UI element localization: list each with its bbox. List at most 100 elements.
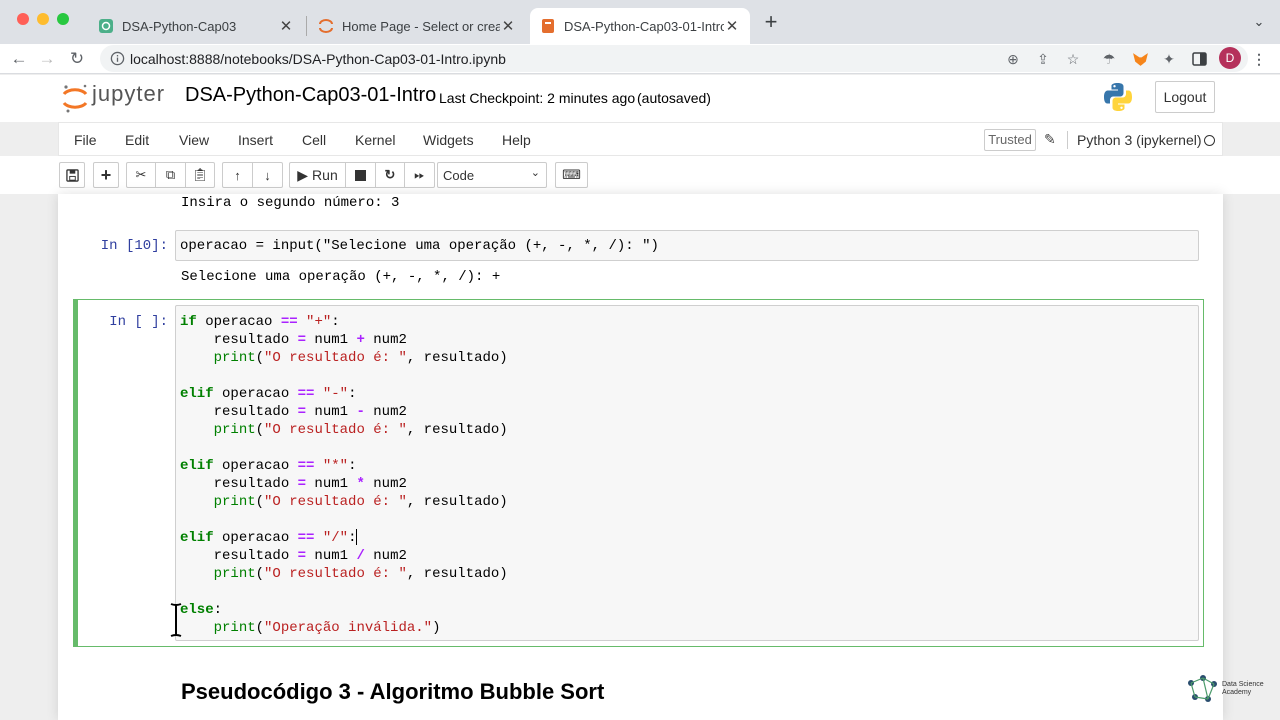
copy-icon: ⧉: [165, 167, 176, 182]
zoom-icon[interactable]: ⊕: [1004, 50, 1022, 68]
notebook-favicon-icon: [99, 19, 113, 33]
run-label: Run: [312, 167, 338, 183]
save-floppy-icon: [65, 168, 79, 182]
markdown-heading: Pseudocódigo 3 - Algoritmo Bubble Sort: [181, 679, 605, 704]
close-tab-icon[interactable]: ✕: [724, 17, 740, 35]
autosave-status: (autosaved): [637, 90, 711, 106]
checkpoint-status: Last Checkpoint: 2 minutes ago: [439, 90, 636, 106]
logout-button[interactable]: Logout: [1155, 81, 1215, 113]
notebook-menubar: File Edit View Insert Cell Kernel Widget…: [58, 122, 1223, 156]
cut-cells-button[interactable]: ✂: [126, 162, 156, 188]
restart-icon: ↻: [384, 167, 396, 182]
notebook-toolbar: + ✂ ⧉ 📋︎ ↑ ↓ ▶ Run ↻ ⏩︎ Code ⌄ ⌨: [0, 156, 1280, 194]
code-editor-text[interactable]: if operacao == "+": resultado = num1 + n…: [180, 313, 508, 637]
tab-dsa-python-cap03[interactable]: DSA-Python-Cap03 ✕: [88, 8, 304, 44]
tab-search-chevron-icon[interactable]: ⌄: [1250, 14, 1268, 32]
arrow-down-icon: ↓: [264, 167, 271, 183]
extensions-puzzle-icon[interactable]: ✦: [1160, 50, 1178, 68]
menu-edit[interactable]: Edit: [125, 132, 149, 148]
interrupt-kernel-button[interactable]: [345, 162, 376, 188]
cell-type-value: Code: [443, 168, 475, 183]
tab-separator: [306, 16, 307, 36]
maximize-window-button[interactable]: [57, 13, 69, 25]
metamask-fox-icon[interactable]: [1132, 51, 1149, 68]
browser-toolbar: ← → ↻ localhost:8888/notebooks/DSA-Pytho…: [0, 44, 1280, 74]
restart-kernel-button[interactable]: ↻: [375, 162, 405, 188]
edit-pencil-icon[interactable]: ✎: [1044, 131, 1056, 148]
copy-cells-button[interactable]: ⧉: [155, 162, 186, 188]
fast-forward-icon: ⏩︎: [414, 167, 425, 182]
notebook-title[interactable]: DSA-Python-Cap03-01-Intro: [185, 84, 436, 107]
bookmark-star-icon[interactable]: ☆: [1064, 50, 1082, 68]
info-icon[interactable]: [110, 51, 125, 66]
back-arrow-icon[interactable]: ←: [8, 48, 30, 70]
kernel-name[interactable]: Python 3 (ipykernel): [1077, 132, 1202, 148]
watermark-line1: Data Science: [1222, 681, 1264, 688]
code-cell-input[interactable]: operacao = input("Selecione uma operação…: [175, 230, 1199, 261]
jupyter-logo-text: jupyter: [92, 81, 166, 106]
arrow-up-icon: ↑: [234, 167, 241, 183]
forward-arrow-icon[interactable]: →: [36, 48, 58, 70]
play-icon: ▶: [297, 166, 309, 183]
jupyter-page: jupyter DSA-Python-Cap03-01-Intro Last C…: [0, 75, 1280, 720]
extension-umbrella-icon[interactable]: ☂: [1100, 50, 1118, 68]
tab-title: DSA-Python-Cap03-01-Intro -: [564, 18, 724, 34]
menu-insert[interactable]: Insert: [238, 132, 273, 148]
move-up-button[interactable]: ↑: [222, 162, 253, 188]
dsa-watermark-text: Data Science Academy: [1222, 681, 1264, 697]
restart-run-all-button[interactable]: ⏩︎: [404, 162, 435, 188]
address-bar[interactable]: localhost:8888/notebooks/DSA-Python-Cap0…: [100, 45, 1248, 72]
cell-type-select[interactable]: Code ⌄: [437, 162, 547, 188]
browser-menu-icon[interactable]: ⋮: [1250, 50, 1268, 68]
cell-input-prompt: In [ ]:: [109, 314, 168, 330]
i-beam-cursor-icon: [170, 603, 182, 637]
cell10-code: operacao = input("Selecione uma operação…: [180, 237, 659, 255]
insert-cell-button[interactable]: +: [93, 162, 119, 188]
side-panel-icon[interactable]: [1192, 52, 1207, 66]
notebook-container: Insira o segundo número: 3 In [10]: oper…: [58, 194, 1223, 720]
new-tab-button[interactable]: +: [760, 11, 782, 34]
save-button[interactable]: [59, 162, 85, 188]
minimize-window-button[interactable]: [37, 13, 49, 25]
cell-output: Insira o segundo número: 3: [181, 195, 400, 211]
paste-cells-button[interactable]: 📋︎: [185, 162, 215, 188]
tab-strip: DSA-Python-Cap03 ✕ Home Page - Select or…: [0, 0, 1280, 44]
url-text: localhost:8888/notebooks/DSA-Python-Cap0…: [130, 50, 506, 67]
menu-file[interactable]: File: [74, 132, 97, 148]
kernel-divider: [1067, 131, 1068, 149]
text-cursor: [356, 529, 358, 546]
close-window-button[interactable]: [17, 13, 29, 25]
scissors-icon: ✂: [135, 167, 147, 182]
browser-window: DSA-Python-Cap03 ✕ Home Page - Select or…: [0, 0, 1280, 720]
paste-icon: 📋︎: [191, 167, 209, 182]
tab-title: Home Page - Select or create a: [342, 18, 500, 34]
notebook-favicon-icon: [542, 19, 554, 33]
cell10-code-text: operacao = input("Selecione uma operação…: [180, 238, 659, 254]
profile-avatar[interactable]: D: [1219, 47, 1241, 69]
menu-cell[interactable]: Cell: [302, 132, 326, 148]
keyboard-icon: ⌨: [562, 167, 581, 182]
jupyter-favicon-icon: [319, 19, 333, 33]
tab-dsa-python-cap03-01-intro[interactable]: DSA-Python-Cap03-01-Intro - ✕: [530, 8, 750, 44]
share-icon[interactable]: ⇪: [1034, 50, 1052, 68]
watermark-line2: Academy: [1222, 689, 1252, 696]
reload-icon[interactable]: ↻: [66, 48, 88, 70]
dsa-network-logo-icon: [1188, 675, 1217, 702]
close-tab-icon[interactable]: ✕: [278, 17, 294, 35]
code-cell-editor[interactable]: if operacao == "+": resultado = num1 + n…: [175, 305, 1199, 641]
close-tab-icon[interactable]: ✕: [500, 17, 516, 35]
command-palette-button[interactable]: ⌨: [555, 162, 588, 188]
stop-square-icon: [355, 169, 366, 181]
tab-home-page[interactable]: Home Page - Select or create a ✕: [308, 8, 526, 44]
python-logo-icon: [1104, 83, 1132, 111]
menu-view[interactable]: View: [179, 132, 209, 148]
run-button[interactable]: ▶ Run: [289, 162, 346, 188]
plus-icon: +: [100, 164, 112, 185]
move-down-button[interactable]: ↓: [252, 162, 283, 188]
tab-title: DSA-Python-Cap03: [122, 18, 237, 34]
menu-kernel[interactable]: Kernel: [355, 132, 395, 148]
menu-widgets[interactable]: Widgets: [423, 132, 474, 148]
trusted-badge[interactable]: Trusted: [984, 129, 1036, 151]
cell-output: Selecione uma operação (+, -, *, /): +: [181, 269, 501, 285]
menu-help[interactable]: Help: [502, 132, 531, 148]
